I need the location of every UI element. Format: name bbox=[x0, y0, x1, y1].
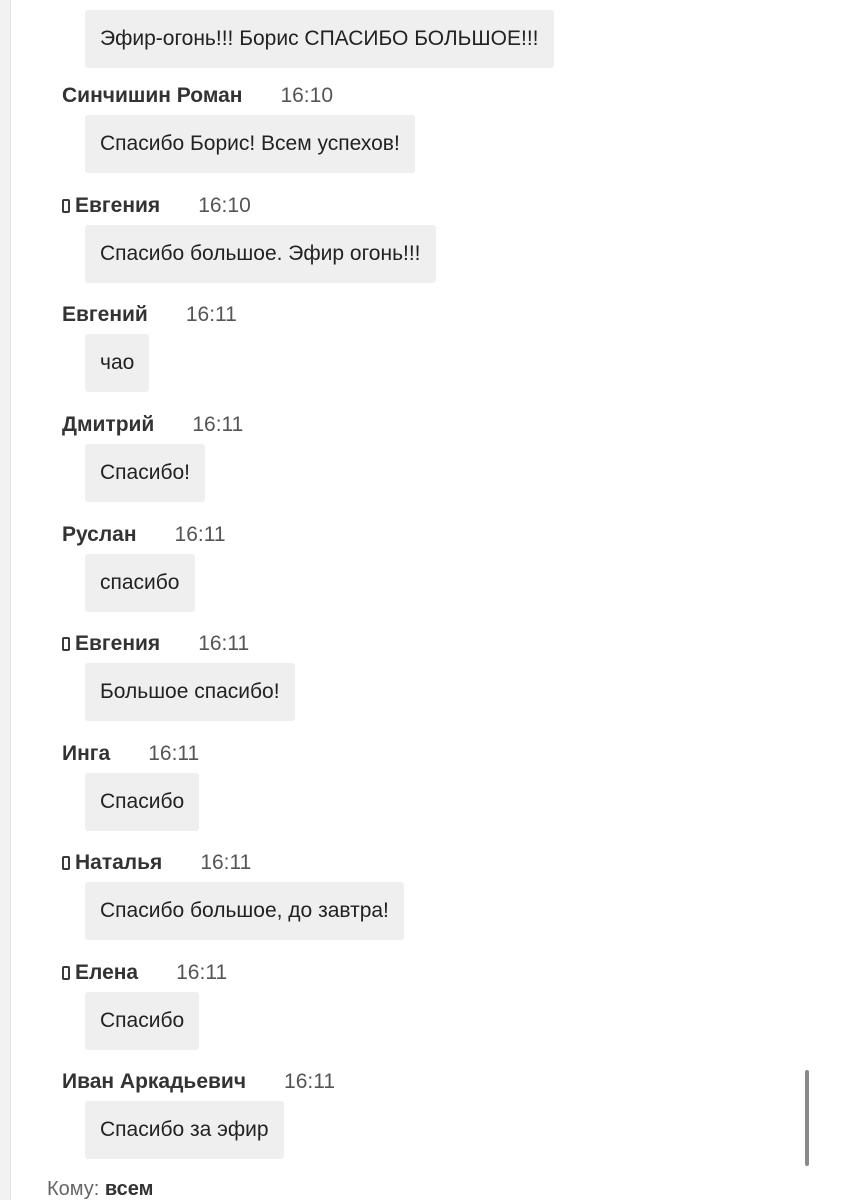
message-header: Руслан 16:11 bbox=[62, 523, 226, 547]
message-bubble: чао bbox=[85, 334, 150, 392]
mobile-phone-icon bbox=[62, 199, 70, 213]
message-bubble: Спасибо bbox=[85, 992, 200, 1050]
message-bubble: Эфир-огонь!!! Борис СПАСИБО БОЛЬШОЕ!!! bbox=[85, 10, 554, 68]
message-bubble: Спасибо большое, до завтра! bbox=[85, 882, 404, 940]
message-bubble: Спасибо большое. Эфир огонь!!! bbox=[85, 225, 436, 283]
mobile-phone-icon bbox=[62, 856, 70, 870]
message-time: 16:11 bbox=[174, 523, 226, 546]
message-header: Иван Аркадьевич 16:11 bbox=[62, 1070, 335, 1094]
message-header: Наталья 16:11 bbox=[62, 851, 251, 875]
sender-name: Руслан bbox=[62, 523, 137, 546]
message-bubble: спасибо bbox=[85, 554, 195, 612]
scrollbar-thumb[interactable] bbox=[805, 1070, 809, 1166]
sender-name: Евгения bbox=[75, 194, 161, 217]
sender-name: Иван Аркадьевич bbox=[62, 1070, 247, 1093]
message-header: Елена 16:11 bbox=[62, 961, 227, 985]
message-time: 16:11 bbox=[185, 303, 237, 326]
sender-name: Евгений bbox=[62, 303, 148, 326]
message-header: Евгения 16:10 bbox=[62, 194, 251, 218]
message-time: 16:10 bbox=[280, 84, 334, 107]
recipient-selector[interactable]: Кому: всем bbox=[47, 1178, 153, 1201]
message-header: Евгений 16:11 bbox=[62, 303, 237, 327]
message-time: 16:11 bbox=[176, 961, 228, 984]
message-time: 16:11 bbox=[200, 851, 252, 874]
message-time: 16:10 bbox=[198, 194, 251, 217]
message-time: 16:11 bbox=[148, 742, 200, 765]
sender-name: Елена bbox=[75, 961, 139, 984]
sender-name: Наталья bbox=[75, 851, 163, 874]
message-time: 16:11 bbox=[198, 632, 250, 655]
recipient-label: Кому: bbox=[47, 1178, 100, 1200]
sender-name: Инга bbox=[62, 742, 111, 765]
message-bubble: Большое спасибо! bbox=[85, 663, 295, 721]
sender-name: Евгения bbox=[75, 632, 161, 655]
sender-name: Синчишин Роман bbox=[62, 84, 243, 107]
mobile-phone-icon bbox=[62, 966, 70, 980]
message-bubble: Спасибо Борис! Всем успехов! bbox=[85, 115, 415, 173]
message-header: Инга 16:11 bbox=[62, 742, 199, 766]
sender-name: Дмитрий bbox=[62, 413, 155, 436]
message-bubble: Спасибо bbox=[85, 773, 200, 831]
message-time: 16:11 bbox=[284, 1070, 336, 1093]
message-bubble: Спасибо! bbox=[85, 444, 205, 502]
message-header: Синчишин Роман 16:10 bbox=[62, 84, 333, 108]
recipient-value[interactable]: всем bbox=[105, 1178, 154, 1200]
chat-panel: Эфир-огонь!!! Борис СПАСИБО БОЛЬШОЕ!!! С… bbox=[0, 0, 851, 1200]
message-bubble: Спасибо за эфир bbox=[85, 1101, 284, 1159]
mobile-phone-icon bbox=[62, 637, 70, 651]
message-time: 16:11 bbox=[192, 413, 244, 436]
message-header: Евгения 16:11 bbox=[62, 632, 249, 656]
message-header: Дмитрий 16:11 bbox=[62, 413, 243, 437]
